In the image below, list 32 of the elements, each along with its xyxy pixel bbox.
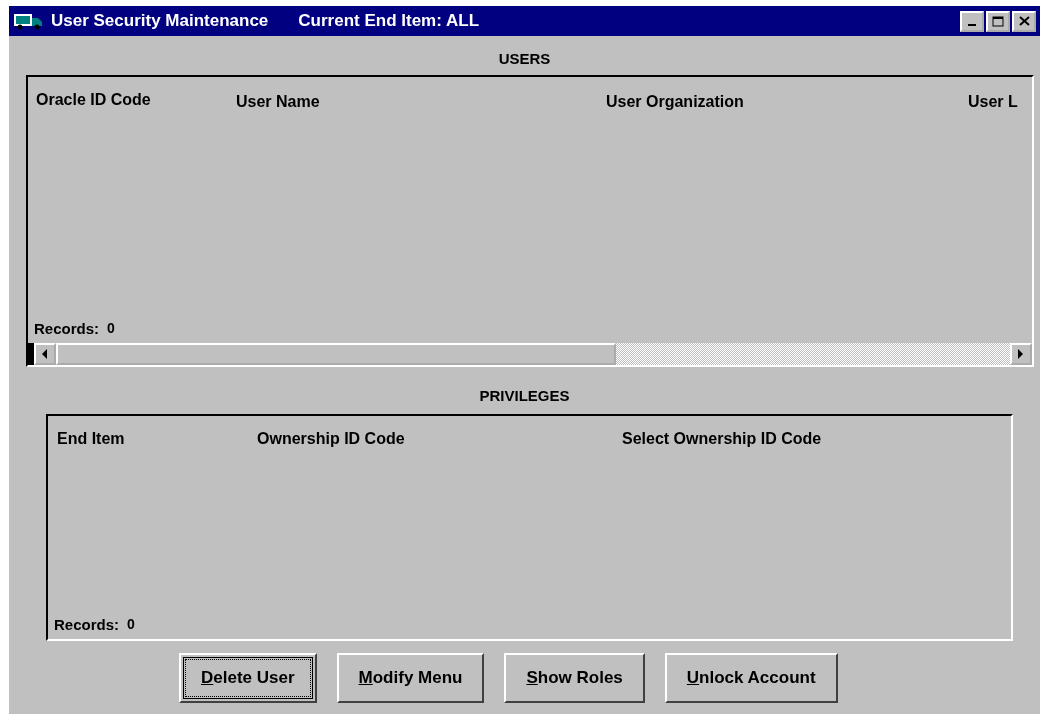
window-subtitle: Current End Item: ALL (298, 11, 479, 31)
records-count: 0 (127, 616, 135, 632)
truck-icon (13, 12, 43, 30)
action-button[interactable]: Unlock Account (664, 653, 838, 703)
column-header: User L (968, 93, 1019, 111)
column-header: User Organization (606, 93, 745, 111)
action-button[interactable]: Modify Menu (336, 653, 485, 703)
maximize-icon (992, 15, 1004, 27)
column-header: Ownership ID Code (257, 430, 406, 448)
records-count: 0 (107, 320, 115, 336)
close-button[interactable] (1012, 10, 1036, 32)
records-label: Records: (54, 616, 120, 633)
section-heading: PRIVILEGES (478, 387, 571, 404)
maximize-button[interactable] (986, 10, 1010, 32)
window-title: User Security Maintenance (51, 11, 269, 31)
section-heading: USERS (497, 50, 552, 67)
column-header: End Item (57, 430, 126, 448)
minimize-icon (968, 24, 976, 26)
records-label: Records: (34, 320, 100, 337)
column-header: User Name (236, 93, 321, 111)
right-arrow-icon (1018, 349, 1024, 359)
action-button[interactable]: Delete User (179, 653, 317, 703)
horizontal-scrollbar[interactable] (28, 343, 1032, 365)
column-header: Select Ownership ID Code (622, 430, 823, 448)
minimize-button[interactable] (960, 10, 984, 32)
column-header: Oracle ID Code (36, 91, 152, 110)
scroll-right-button[interactable] (1010, 343, 1032, 365)
action-button[interactable]: Show Roles (504, 653, 645, 703)
close-icon (1018, 16, 1030, 26)
scrollbar-thumb[interactable] (56, 343, 616, 365)
left-arrow-icon (42, 349, 48, 359)
scroll-left-button[interactable] (34, 343, 56, 365)
